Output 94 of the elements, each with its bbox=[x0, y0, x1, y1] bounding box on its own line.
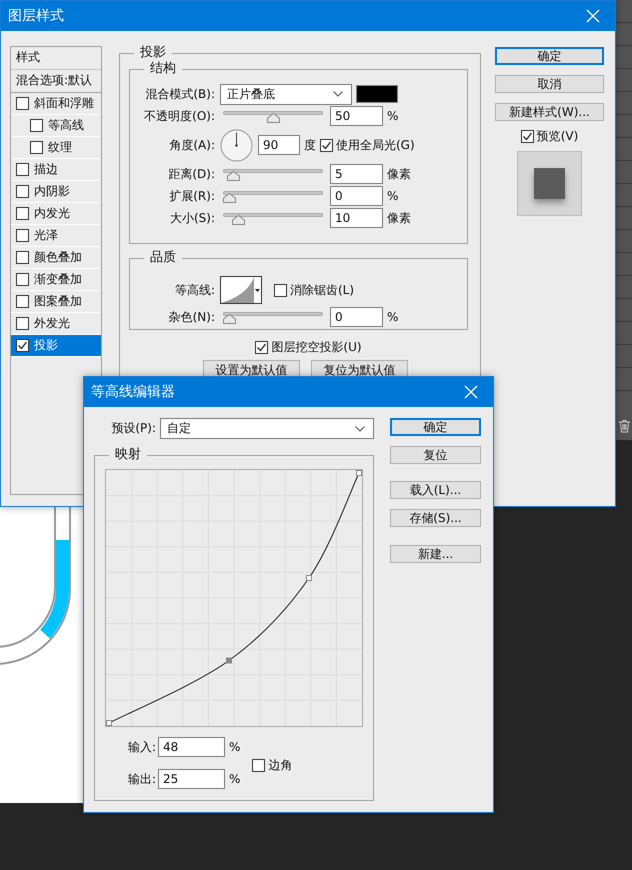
unit-label: 度 bbox=[304, 136, 316, 154]
checkbox[interactable] bbox=[16, 295, 29, 308]
unit-label: % bbox=[387, 109, 398, 123]
list-item[interactable]: 渐变叠加 bbox=[11, 269, 101, 291]
checkbox[interactable] bbox=[16, 163, 29, 176]
contour-picker[interactable] bbox=[220, 276, 262, 304]
checkbox[interactable] bbox=[16, 273, 29, 286]
checkbox-label: 使用全局光(G) bbox=[336, 136, 415, 154]
slider-track[interactable] bbox=[223, 309, 323, 325]
checkbox[interactable] bbox=[16, 207, 29, 220]
unit-label: 像素 bbox=[387, 210, 411, 226]
input-field[interactable]: 5 bbox=[330, 164, 383, 184]
checkbox[interactable] bbox=[30, 119, 43, 132]
checkbox[interactable] bbox=[16, 317, 29, 330]
input-field[interactable]: 50 bbox=[330, 106, 383, 126]
button[interactable]: 确定 bbox=[390, 418, 481, 436]
checkbox[interactable] bbox=[16, 339, 29, 352]
chevron-icon bbox=[355, 426, 365, 432]
slider-track[interactable] bbox=[223, 210, 323, 226]
checkbox[interactable] bbox=[320, 138, 333, 152]
list-item[interactable]: 纹理 bbox=[11, 137, 101, 159]
group-title: 品质 bbox=[144, 250, 182, 266]
input-field[interactable]: 25 bbox=[158, 769, 225, 789]
caret-icon bbox=[255, 288, 260, 292]
input-field[interactable]: 0 bbox=[330, 186, 383, 206]
button[interactable]: 载入(L)... bbox=[390, 481, 481, 499]
checkbox[interactable] bbox=[16, 185, 29, 198]
input-field[interactable]: 90 bbox=[258, 135, 300, 155]
checkbox-label: 图层挖空投影(U) bbox=[271, 338, 362, 356]
slider-track[interactable] bbox=[223, 108, 323, 124]
angle-dial[interactable] bbox=[220, 128, 253, 162]
close-icon bbox=[586, 9, 600, 23]
checkbox[interactable] bbox=[252, 758, 266, 772]
checkbox-label: 预览(V) bbox=[536, 128, 578, 145]
checkbox[interactable] bbox=[274, 284, 287, 296]
checkbox[interactable] bbox=[16, 97, 29, 110]
button[interactable]: 确定 bbox=[495, 47, 604, 65]
unit-label: % bbox=[387, 189, 398, 203]
list-item[interactable]: 图案叠加 bbox=[11, 291, 101, 313]
contour-preview bbox=[221, 277, 254, 303]
group-title: 投影 bbox=[134, 45, 172, 61]
checkbox[interactable] bbox=[255, 340, 268, 354]
button[interactable]: 复位 bbox=[390, 446, 481, 464]
dropdown[interactable]: 自定 bbox=[160, 418, 374, 439]
close-icon bbox=[464, 385, 478, 399]
field-label: 大小(S): bbox=[168, 210, 216, 226]
chevron-icon bbox=[333, 91, 343, 97]
window-title: 等高线编辑器 bbox=[91, 383, 175, 401]
list-item[interactable]: 颜色叠加 bbox=[11, 247, 101, 269]
unit-label: % bbox=[229, 740, 240, 754]
checkbox-label: 消除锯齿(L) bbox=[290, 282, 354, 298]
list-item[interactable]: 内阴影 bbox=[11, 181, 101, 203]
list-item[interactable]: 斜面和浮雕 bbox=[11, 93, 101, 115]
list-item[interactable]: 等高线 bbox=[11, 115, 101, 137]
slider-track[interactable] bbox=[223, 188, 323, 204]
list-item[interactable]: 混合选项:默认 bbox=[11, 70, 101, 93]
dropdown[interactable]: 正片叠底 bbox=[220, 84, 352, 104]
button[interactable]: 存储(S)... bbox=[390, 509, 481, 527]
field-label: 混合模式(B): bbox=[144, 86, 216, 102]
unit-label: % bbox=[387, 310, 398, 324]
field-label: 扩展(R): bbox=[168, 188, 216, 204]
group-title: 映射 bbox=[109, 447, 147, 463]
color-swatch[interactable] bbox=[356, 85, 398, 103]
list-item[interactable]: 描边 bbox=[11, 159, 101, 181]
slider-track[interactable] bbox=[223, 166, 323, 182]
list-item[interactable]: 光泽 bbox=[11, 225, 101, 247]
button[interactable]: 新建样式(W)... bbox=[495, 103, 604, 121]
field-label: 角度(A): bbox=[168, 136, 216, 154]
button[interactable]: 取消 bbox=[495, 75, 604, 93]
list-item[interactable]: 内发光 bbox=[11, 203, 101, 225]
group-title: 结构 bbox=[144, 61, 182, 77]
checkbox[interactable] bbox=[520, 130, 534, 143]
button[interactable]: 新建... bbox=[390, 545, 481, 563]
field-label: 输入: bbox=[126, 738, 157, 756]
input-field[interactable]: 0 bbox=[330, 307, 383, 327]
field-label: 预设(P): bbox=[110, 420, 157, 437]
list-item[interactable]: 投影 bbox=[11, 335, 101, 357]
field-label: 等高线: bbox=[174, 282, 216, 298]
checkbox[interactable] bbox=[16, 229, 29, 242]
field-label: 距离(D): bbox=[167, 166, 216, 182]
trash-icon[interactable] bbox=[618, 419, 631, 433]
unit-label: 像素 bbox=[387, 166, 411, 182]
input-field[interactable]: 48 bbox=[158, 737, 225, 757]
checkbox[interactable] bbox=[30, 141, 43, 154]
checkbox[interactable] bbox=[16, 251, 29, 264]
window-title: 图层样式 bbox=[8, 7, 64, 25]
field-label: 杂色(N): bbox=[168, 308, 216, 326]
field-label: 不透明度(O): bbox=[143, 108, 216, 124]
preview-square bbox=[534, 168, 565, 199]
field-label: 输出: bbox=[126, 770, 157, 788]
input-field[interactable]: 10 bbox=[330, 208, 383, 228]
unit-label: % bbox=[229, 772, 240, 786]
list-header: 样式 bbox=[11, 47, 101, 70]
checkbox-label: 边角 bbox=[268, 756, 292, 774]
